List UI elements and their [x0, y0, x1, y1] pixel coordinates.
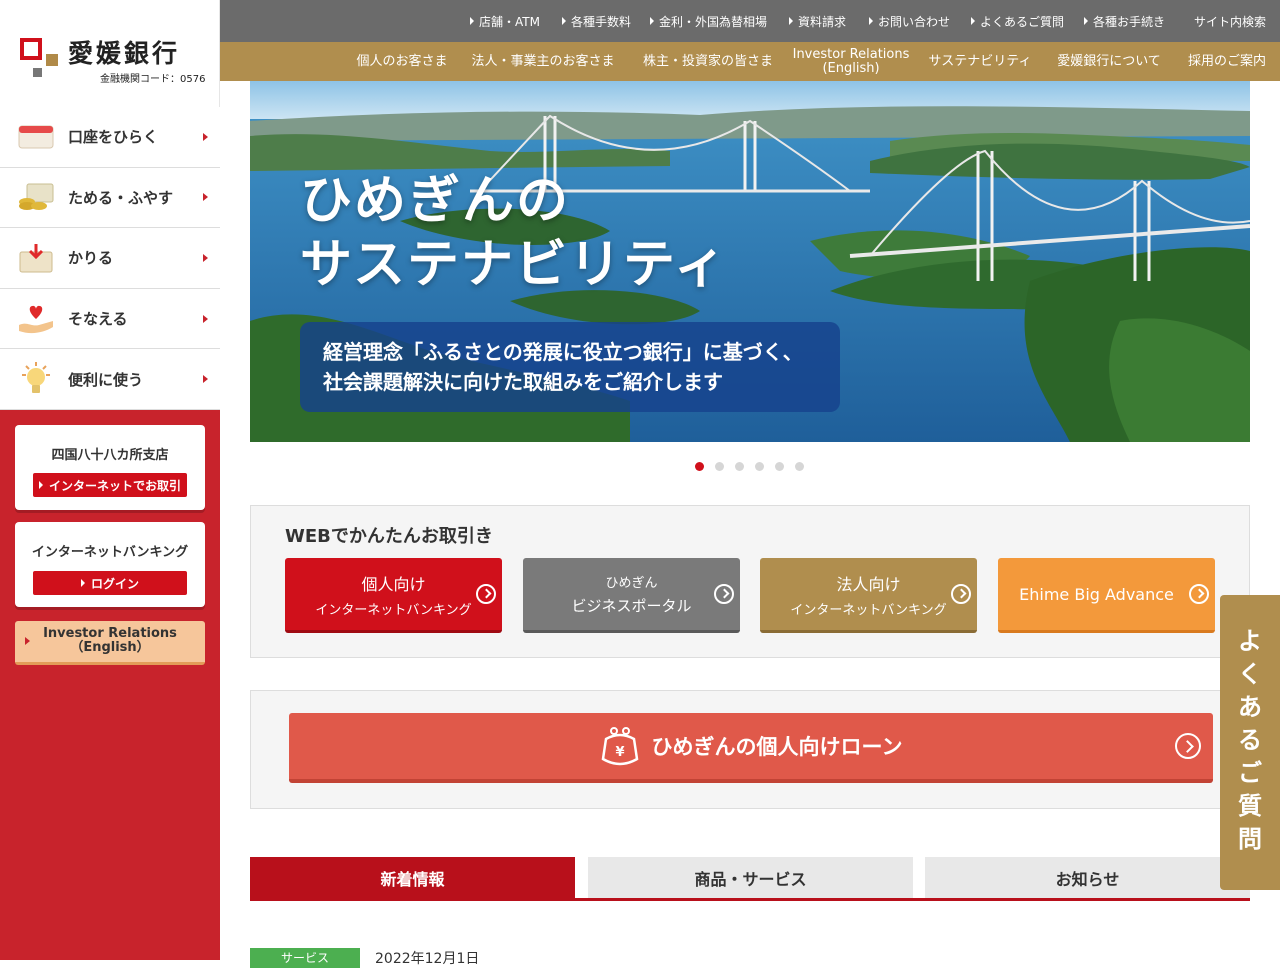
nav-recruit[interactable]: 採用のご案内: [1182, 42, 1272, 81]
util-link-contact[interactable]: お問い合わせ: [869, 0, 950, 42]
faq-floating-button[interactable]: よくあるご質問: [1220, 595, 1280, 890]
util-link-procedures[interactable]: 各種お手続き: [1084, 0, 1165, 42]
carousel-dot[interactable]: [755, 462, 764, 471]
side-menu-label: 便利に使う: [68, 370, 144, 389]
passbook-icon: [16, 117, 56, 157]
util-link-fees[interactable]: 各種手数料: [562, 0, 631, 42]
nav-individual[interactable]: 個人のお客さま: [346, 42, 458, 81]
side-menu: 口座をひらく ためる・ふやす かりる そなえる 便利に使う: [0, 107, 220, 410]
logo-mark-icon: [20, 38, 62, 78]
main-nav: 個人のお客さま 法人・事業主のお客さま 株主・投資家の皆さま Investor …: [220, 42, 1280, 81]
logo[interactable]: 愛媛銀行 金融機関コード：0576: [0, 0, 220, 107]
hero-banner[interactable]: ひめぎんの サステナビリティ 経営理念「ふるさとの発展に役立つ銀行」に基づく、 …: [250, 81, 1250, 442]
web-panel-title: WEBでかんたんお取引き: [285, 526, 493, 547]
coins-icon: [16, 177, 56, 217]
nav-investors[interactable]: 株主・投資家の皆さま: [638, 42, 778, 81]
lightbulb-icon: [16, 359, 56, 399]
loan-panel: ¥ ひめぎんの個人向けローン: [250, 690, 1250, 809]
arrow-circle-icon: [714, 584, 734, 604]
tab-news[interactable]: 新着情報: [250, 857, 575, 898]
side-menu-label: 口座をひらく: [68, 128, 159, 147]
side-menu-open-account[interactable]: 口座をひらく: [0, 107, 220, 168]
bank-code: 金融機関コード：0576: [100, 74, 206, 85]
branch-card-title: 四国八十八カ所支店: [51, 448, 169, 463]
carousel-dot[interactable]: [695, 462, 704, 471]
carousel-dots: [695, 462, 804, 471]
svg-text:¥: ¥: [615, 745, 624, 760]
util-link-store-atm[interactable]: 店舗・ATM: [470, 0, 540, 42]
arrow-circle-icon: [951, 584, 971, 604]
nav-ir-english[interactable]: Investor Relations (English): [790, 42, 912, 81]
corporate-internet-banking-button[interactable]: 法人向け インターネットバンキング: [760, 558, 977, 633]
loan-label: ひめぎんの個人向けローン: [651, 735, 903, 759]
hero-description: 経営理念「ふるさとの発展に役立つ銀行」に基づく、 社会課題解決に向けた取組みをご…: [300, 322, 840, 412]
news-category-badge: サービス: [250, 948, 360, 968]
tab-notices[interactable]: お知らせ: [925, 857, 1250, 898]
web-transactions-panel: WEBでかんたんお取引き 個人向け インターネットバンキング ひめぎん ビジネス…: [250, 505, 1250, 658]
arrow-circle-icon: [1189, 584, 1209, 604]
side-menu-borrow[interactable]: かりる: [0, 228, 220, 289]
brand-name: 愛媛銀行: [68, 39, 181, 68]
side-menu-save[interactable]: ためる・ふやす: [0, 167, 220, 229]
utility-bar: 店舗・ATM 各種手数料 金利・外国為替相場 資料請求 お問い合わせ よくあるご…: [220, 0, 1280, 42]
util-link-rates[interactable]: 金利・外国為替相場: [650, 0, 767, 42]
carousel-dot[interactable]: [795, 462, 804, 471]
login-button[interactable]: ログイン: [33, 571, 187, 595]
branch-online-button[interactable]: インターネットでお取引: [33, 473, 187, 497]
nav-about[interactable]: 愛媛銀行について: [1052, 42, 1166, 81]
arrow-circle-icon: [1175, 733, 1201, 759]
carousel-dot[interactable]: [775, 462, 784, 471]
wallet-yen-icon: ¥: [600, 725, 640, 767]
nav-corporate[interactable]: 法人・事業主のお客さま: [470, 42, 616, 81]
util-link-faq[interactable]: よくあるご質問: [971, 0, 1064, 42]
heart-hand-icon: [16, 299, 56, 339]
branch-card: 四国八十八カ所支店 インターネットでお取引: [15, 425, 205, 510]
side-menu-label: ためる・ふやす: [68, 188, 174, 207]
nav-sustainability[interactable]: サステナビリティ: [924, 42, 1036, 81]
ir-english-link[interactable]: Investor Relations （English）: [15, 621, 205, 665]
site-search-link[interactable]: サイト内検索: [1194, 0, 1266, 42]
side-menu-label: そなえる: [68, 310, 128, 329]
side-menu-prepare[interactable]: そなえる: [0, 288, 220, 350]
tab-products[interactable]: 商品・サービス: [588, 857, 913, 898]
hero-title: ひめぎんの サステナビリティ: [300, 171, 728, 295]
personal-loan-button[interactable]: ¥ ひめぎんの個人向けローン: [289, 713, 1213, 783]
internet-banking-card: インターネットバンキング ログイン: [15, 522, 205, 607]
business-portal-button[interactable]: ひめぎん ビジネスポータル: [523, 558, 740, 633]
news-date: 2022年12月1日: [375, 951, 480, 967]
tab-underline: [250, 898, 1250, 901]
side-menu-label: かりる: [68, 249, 114, 268]
personal-internet-banking-button[interactable]: 個人向け インターネットバンキング: [285, 558, 502, 633]
carousel-dot[interactable]: [735, 462, 744, 471]
borrow-icon: [16, 238, 56, 278]
util-link-brochure[interactable]: 資料請求: [789, 0, 846, 42]
internet-banking-title: インターネットバンキング: [31, 545, 189, 560]
sidebar: 愛媛銀行 金融機関コード：0576 口座をひらく ためる・ふやす かりる そなえ…: [0, 0, 220, 960]
carousel-dot[interactable]: [715, 462, 724, 471]
ehime-big-advance-button[interactable]: Ehime Big Advance: [998, 558, 1215, 633]
arrow-circle-icon: [476, 584, 496, 604]
side-menu-convenient[interactable]: 便利に使う: [0, 349, 220, 410]
